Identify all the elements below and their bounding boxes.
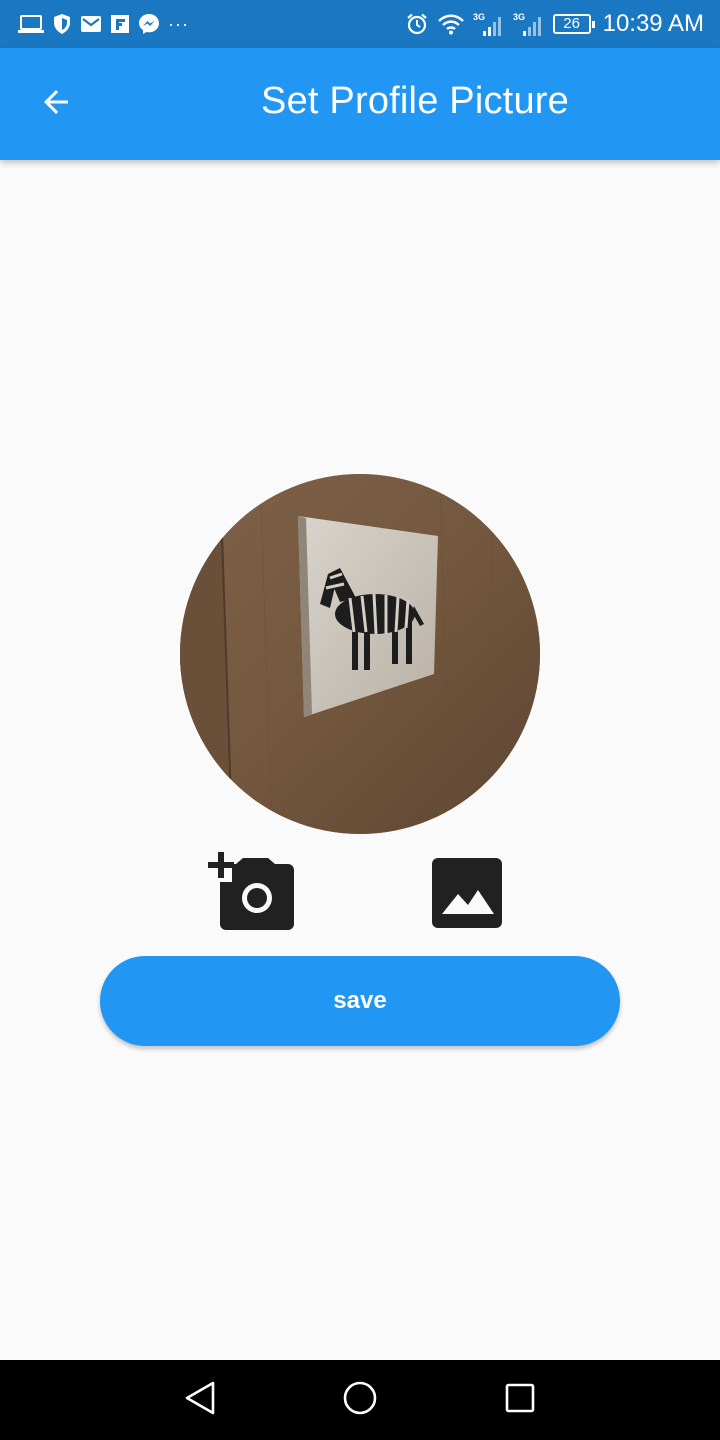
nav-home-button[interactable]	[338, 1378, 382, 1422]
notification-icons: ···	[18, 12, 189, 36]
more-dots-icon: ···	[168, 14, 189, 34]
nav-back-icon	[183, 1380, 217, 1421]
status-bar: ··· 3G 3G 26 10:39 AM	[0, 0, 720, 48]
save-button[interactable]: save	[100, 956, 620, 1046]
app-bar: Set Profile Picture	[0, 48, 720, 160]
signal-icon: 3G	[513, 11, 545, 37]
zebra-photo-image	[180, 474, 540, 834]
battery-icon: 26	[552, 14, 595, 34]
laptop-icon	[18, 14, 44, 34]
status-time: 10:39 AM	[602, 10, 704, 37]
nav-recents-icon	[504, 1382, 536, 1419]
system-status-icons: 3G 3G 26 10:39 AM	[405, 10, 704, 38]
choose-from-gallery-button[interactable]	[428, 856, 506, 934]
take-photo-button[interactable]	[204, 850, 300, 941]
shield-icon	[52, 13, 72, 35]
nav-recents-button[interactable]	[498, 1378, 542, 1422]
wifi-icon	[437, 13, 465, 35]
nav-home-icon	[342, 1380, 378, 1421]
image-icon	[432, 857, 502, 933]
network-type-label: 3G	[473, 12, 485, 22]
page-title: Set Profile Picture	[261, 80, 569, 122]
alarm-icon	[405, 12, 429, 36]
flipboard-icon	[110, 14, 130, 34]
network-type-label: 3G	[513, 12, 525, 22]
profile-picture	[180, 474, 540, 834]
save-button-label: save	[333, 987, 387, 1014]
system-nav-bar	[0, 1360, 720, 1440]
gmail-icon	[80, 15, 102, 33]
nav-back-button[interactable]	[178, 1378, 222, 1422]
add-a-photo-icon	[204, 850, 300, 941]
signal-icon: 3G	[473, 11, 505, 37]
messenger-icon	[138, 13, 160, 35]
